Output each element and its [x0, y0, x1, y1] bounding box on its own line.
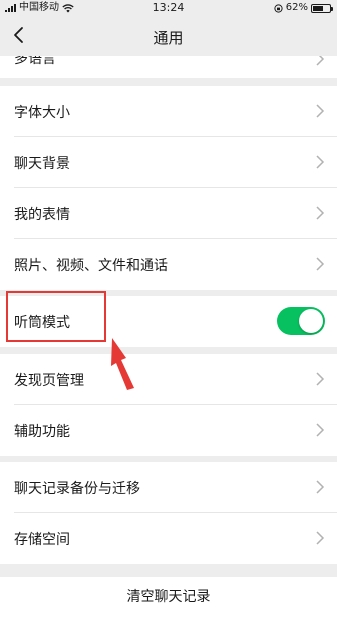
chevron-right-icon [316, 372, 325, 386]
status-right: 62% [274, 0, 333, 16]
chevron-right-icon [316, 155, 325, 169]
list-item-label: 我的表情 [14, 207, 70, 223]
status-bar: 中国移动 13:24 62% [0, 0, 337, 16]
list-item-label: 发现页管理 [14, 373, 84, 389]
chevron-right-icon [316, 423, 325, 437]
chevron-right-icon [316, 104, 325, 118]
earpiece-mode-toggle[interactable] [277, 307, 325, 335]
list-item-label: 多语言 [14, 56, 56, 67]
list-item-label: 存储空间 [14, 532, 70, 548]
list-item-discover-management[interactable]: 发现页管理 [0, 354, 337, 405]
annotation-arrow-icon [111, 338, 134, 390]
list-item-storage[interactable]: 存储空间 [0, 513, 337, 564]
battery-icon [311, 3, 333, 13]
list-item-chat-background[interactable]: 聊天背景 [0, 137, 337, 188]
list-item-label: 聊天背景 [14, 156, 70, 172]
chevron-right-icon [316, 257, 325, 271]
annotation-highlight-box [6, 291, 106, 342]
list-item-label: 聊天记录备份与迁移 [14, 481, 140, 497]
chevron-right-icon [316, 480, 325, 494]
orientation-lock-icon [274, 3, 283, 13]
list-item-media-calls[interactable]: 照片、视频、文件和通话 [0, 239, 337, 290]
list-item-font-size[interactable]: 字体大小 [0, 86, 337, 137]
list-item-my-stickers[interactable]: 我的表情 [0, 188, 337, 239]
list-item-accessibility[interactable]: 辅助功能 [0, 405, 337, 456]
toggle-knob [299, 309, 323, 333]
chevron-right-icon [316, 531, 325, 545]
page-title: 通用 [153, 29, 184, 47]
nav-bar: 通用 [0, 16, 337, 56]
chevron-right-icon [316, 206, 325, 220]
clear-chat-history-button[interactable]: 清空聊天记录 [0, 577, 337, 617]
battery-percent: 62% [285, 2, 308, 13]
list-item-chat-backup[interactable]: 聊天记录备份与迁移 [0, 462, 337, 513]
list-item-label: 照片、视频、文件和通话 [14, 258, 168, 274]
chevron-right-icon [316, 56, 325, 66]
list-item-language[interactable]: 多语言 [0, 56, 337, 78]
list-item-label: 辅助功能 [14, 424, 70, 440]
list-item-label: 字体大小 [14, 105, 70, 121]
